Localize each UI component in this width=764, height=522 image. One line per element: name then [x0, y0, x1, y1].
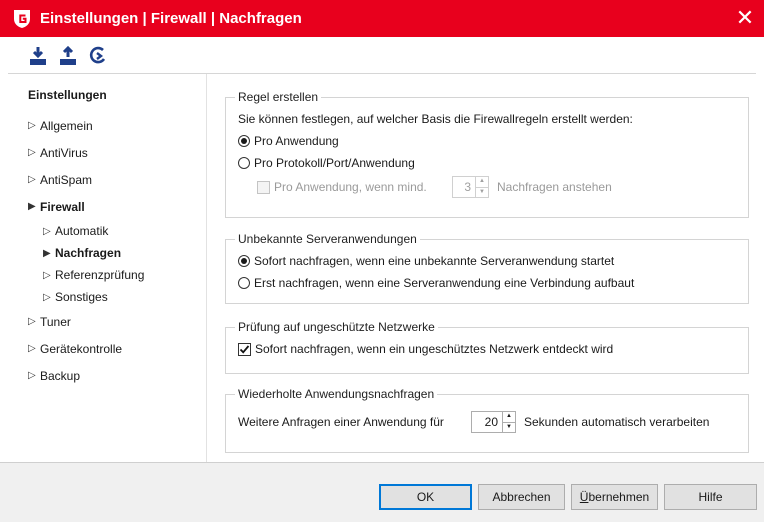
- ok-button[interactable]: OK: [379, 484, 472, 510]
- sidebar-title: Einstellungen: [28, 88, 107, 102]
- sidebar-item-label: Backup: [40, 368, 81, 383]
- sidebar-item-nachfragen[interactable]: ▶ Nachfragen: [28, 242, 206, 264]
- checkbox-label: Pro Anwendung, wenn mind.: [274, 180, 427, 194]
- wiederholt-suffix: Sekunden automatisch verarbeiten: [524, 415, 710, 429]
- sekunden-stepper[interactable]: 20 ▲ ▼: [471, 411, 516, 433]
- sofort-nachfragen-checkbox[interactable]: [238, 342, 251, 356]
- radio-button[interactable]: [238, 157, 250, 169]
- sidebar-item-label: Tuner: [40, 314, 71, 329]
- sidebar-item-label: Automatik: [55, 224, 109, 238]
- radio-pro-protokoll[interactable]: Pro Protokoll/Port/Anwendung: [238, 152, 736, 174]
- expand-triangle-icon: ▷: [43, 225, 51, 237]
- sidebar-item-tuner[interactable]: ▷ Tuner: [28, 308, 206, 335]
- expand-triangle-icon: ▷: [28, 343, 36, 354]
- radio-label: Erst nachfragen, wenn eine Serveranwendu…: [254, 276, 635, 290]
- stepper-suffix: Nachfragen anstehen: [497, 180, 612, 194]
- group-unbekannte-serveranwendungen: Unbekannte Serveranwendungen Sofort nach…: [225, 232, 749, 304]
- sidebar-item-label: Sonstiges: [55, 290, 108, 304]
- sidebar-item-label: Allgemein: [40, 118, 93, 133]
- group-regel-erstellen: Regel erstellen Sie können festlegen, au…: [225, 90, 749, 218]
- sidebar-item-referenzpruefung[interactable]: ▷ Referenzprüfung: [28, 264, 206, 286]
- sidebar-item-label: Nachfragen: [55, 246, 122, 260]
- stepper-arrows: ▲ ▼: [502, 412, 515, 432]
- radio-label: Pro Anwendung: [254, 134, 339, 148]
- expand-triangle-icon: ▷: [28, 147, 36, 158]
- close-icon[interactable]: ✕: [732, 4, 758, 32]
- radio-button[interactable]: [238, 277, 250, 289]
- group-wiederholte-anwendungsnachfragen: Wiederholte Anwendungsnachfragen Weitere…: [225, 387, 749, 453]
- min-nachfragen-stepper[interactable]: 3 ▲ ▼: [452, 176, 489, 198]
- sidebar-item-antispam[interactable]: ▷ AntiSpam: [28, 166, 206, 193]
- import-icon[interactable]: [28, 45, 48, 67]
- sidebar-item-label: Gerätekontrolle: [40, 341, 123, 356]
- radio-pro-anwendung[interactable]: Pro Anwendung: [238, 130, 736, 152]
- button-bar: OK Abbrechen Übernehmen Hilfe: [0, 462, 764, 522]
- sidebar-item-allgemein[interactable]: ▷ Allgemein: [28, 112, 206, 139]
- expand-triangle-icon: ▷: [28, 370, 36, 381]
- sidebar-item-label: Firewall: [40, 199, 85, 214]
- sidebar-item-label: Referenzprüfung: [55, 268, 145, 282]
- stepper-up-icon[interactable]: ▲: [503, 412, 515, 422]
- title-bar: Einstellungen | Firewall | Nachfragen ✕: [0, 0, 764, 37]
- stepper-up-icon[interactable]: ▲: [476, 177, 488, 187]
- sidebar-item-backup[interactable]: ▷ Backup: [28, 362, 206, 389]
- radio-label: Pro Protokoll/Port/Anwendung: [254, 156, 415, 170]
- group-legend: Wiederholte Anwendungsnachfragen: [238, 387, 435, 401]
- stepper-value[interactable]: 3: [453, 177, 475, 197]
- apply-button[interactable]: Übernehmen: [571, 484, 658, 510]
- reset-icon[interactable]: [88, 45, 108, 67]
- sidebar-item-geraetekontrolle[interactable]: ▷ Gerätekontrolle: [28, 335, 206, 362]
- sidebar-item-firewall[interactable]: ▶ Firewall: [28, 193, 206, 220]
- settings-panel: Regel erstellen Sie können festlegen, au…: [207, 74, 764, 462]
- expand-triangle-icon: ▷: [43, 269, 51, 281]
- group-ungeschuetzte-netzwerke: Prüfung auf ungeschützte Netzwerke Sofor…: [225, 320, 749, 374]
- wiederholt-row: Weitere Anfragen einer Anwendung für 20 …: [238, 409, 736, 435]
- mnemonic-letter: Ü: [579, 490, 589, 504]
- group-legend: Unbekannte Serveranwendungen: [238, 232, 417, 246]
- radio-label: Sofort nachfragen, wenn eine unbekannte …: [254, 254, 615, 268]
- stepper-down-icon[interactable]: ▼: [503, 421, 515, 433]
- stepper-arrows: ▲ ▼: [475, 177, 488, 197]
- apply-label: bernehmen: [588, 490, 650, 504]
- radio-sofort-nachfragen[interactable]: Sofort nachfragen, wenn eine unbekannte …: [238, 250, 736, 272]
- radio-button-selected[interactable]: [238, 255, 250, 267]
- toolbar: [0, 37, 764, 74]
- group-legend: Prüfung auf ungeschützte Netzwerke: [238, 320, 435, 334]
- radio-erst-nachfragen[interactable]: Erst nachfragen, wenn eine Serveranwendu…: [238, 272, 736, 294]
- expand-triangle-icon: ▷: [28, 316, 36, 327]
- group-legend: Regel erstellen: [238, 90, 319, 104]
- stepper-down-icon[interactable]: ▼: [476, 186, 488, 198]
- sidebar-item-automatik[interactable]: ▷ Automatik: [28, 220, 206, 242]
- regel-description: Sie können festlegen, auf welcher Basis …: [238, 112, 633, 126]
- stepper-value[interactable]: 20: [472, 412, 502, 432]
- sidebar-item-label: AntiVirus: [40, 145, 88, 160]
- checkmark-icon: [239, 344, 250, 354]
- sub-option-row: Pro Anwendung, wenn mind. 3 ▲ ▼ Nachfrag…: [238, 174, 736, 200]
- export-icon[interactable]: [58, 45, 78, 67]
- sidebar-item-sonstiges[interactable]: ▷ Sonstiges: [28, 286, 206, 308]
- selected-triangle-icon: ▶: [43, 247, 51, 259]
- expand-triangle-icon: ▷: [28, 174, 36, 185]
- expanded-triangle-icon: ▶: [28, 201, 36, 212]
- checkbox-label: Sofort nachfragen, wenn ein ungeschützte…: [255, 342, 614, 356]
- expand-triangle-icon: ▷: [28, 120, 36, 131]
- cancel-button[interactable]: Abbrechen: [478, 484, 565, 510]
- wiederholt-prefix: Weitere Anfragen einer Anwendung für: [238, 415, 444, 429]
- sidebar: Einstellungen ▷ Allgemein ▷ AntiVirus ▷ Ant…: [8, 74, 206, 462]
- sidebar-item-antivirus[interactable]: ▷ AntiVirus: [28, 139, 206, 166]
- pro-anwendung-min-checkbox[interactable]: [257, 180, 270, 194]
- gdata-logo-icon: [12, 8, 32, 30]
- help-button[interactable]: Hilfe: [664, 484, 757, 510]
- expand-triangle-icon: ▷: [43, 291, 51, 303]
- sidebar-item-label: AntiSpam: [40, 172, 93, 187]
- radio-button-selected[interactable]: [238, 135, 250, 147]
- window-title: Einstellungen | Firewall | Nachfragen: [40, 10, 302, 27]
- checkbox-netzwerk-row[interactable]: Sofort nachfragen, wenn ein ungeschützte…: [238, 338, 736, 360]
